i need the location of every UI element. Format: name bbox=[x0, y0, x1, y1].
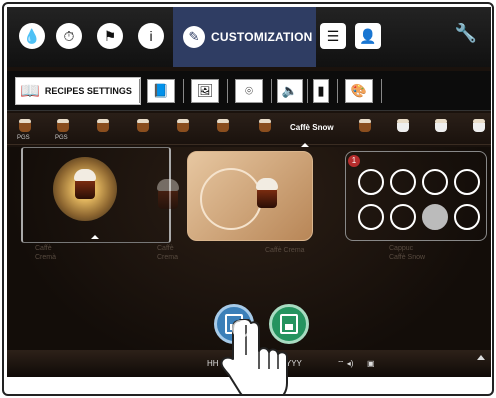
separator bbox=[183, 79, 184, 103]
pencil-icon: ✎ bbox=[183, 26, 205, 48]
screen-saver-icon[interactable]: ⌾ bbox=[235, 79, 263, 103]
book-info-icon[interactable]: 📘 bbox=[147, 79, 175, 103]
wrench-icon[interactable]: 🔧 bbox=[455, 23, 477, 44]
bottle-icon[interactable]: ▮ bbox=[313, 79, 329, 103]
selected-recipe-label: Caffè Snow bbox=[290, 123, 334, 132]
settings-tabs-row: 📖 RECIPES SETTINGS 📘 🖼 ⌾ 🔈 ▮ 🎨 bbox=[7, 71, 491, 111]
menu-list-icon[interactable]: ☰ bbox=[320, 23, 346, 49]
slot-circle[interactable] bbox=[454, 204, 480, 230]
carousel-indicator bbox=[91, 235, 99, 239]
ghost-recipe-label: Caffè Crema bbox=[157, 245, 179, 261]
water-drop-icon[interactable]: 💧 bbox=[19, 23, 45, 49]
slot-circle[interactable] bbox=[422, 169, 448, 195]
cup-outline-icon bbox=[200, 168, 262, 230]
palette-icon[interactable]: 🎨 bbox=[345, 79, 373, 103]
ghost-recipe-label: Caffè Crema bbox=[265, 247, 305, 254]
recipe-thumb[interactable] bbox=[257, 118, 273, 132]
book-icon: 📖 bbox=[20, 83, 40, 100]
top-bar: 💧 ⏱ ⚑ i ✎ CUSTOMIZATION ☰ 👤 🔧 bbox=[7, 7, 491, 67]
screenshot-frame: 💧 ⏱ ⚑ i ✎ CUSTOMIZATION ☰ 👤 🔧 📖 RECIPES … bbox=[2, 2, 494, 396]
recipe-thumb[interactable] bbox=[433, 118, 449, 132]
tab-recipes-settings[interactable]: 📖 RECIPES SETTINGS bbox=[15, 77, 141, 105]
slot-circle[interactable] bbox=[358, 204, 384, 230]
recipe-thumb[interactable] bbox=[471, 118, 487, 132]
separator bbox=[139, 79, 140, 103]
coffee-glass-icon bbox=[74, 169, 96, 203]
time-display: HH bbox=[207, 359, 219, 368]
recipe-thumb[interactable] bbox=[55, 118, 71, 132]
recipe-thumb[interactable] bbox=[135, 118, 151, 132]
recipe-thumb[interactable] bbox=[95, 118, 111, 132]
recipe-thumb[interactable] bbox=[17, 118, 33, 132]
separator bbox=[307, 79, 308, 103]
recipe-strip: PGS PGS Caffè Snow bbox=[7, 113, 491, 148]
pointing-hand-icon bbox=[220, 319, 288, 394]
flag-icon[interactable]: ⚑ bbox=[97, 23, 123, 49]
user-icon[interactable]: 👤 bbox=[355, 23, 381, 49]
slot-count-badge: 1 bbox=[348, 155, 360, 167]
timer-icon[interactable]: ⏱ bbox=[56, 23, 82, 49]
recipe-thumb[interactable] bbox=[357, 118, 373, 132]
ghost-recipe-label: Caffè Cremà bbox=[35, 245, 57, 261]
tab-customization[interactable]: ✎ CUSTOMIZATION bbox=[173, 7, 316, 67]
tab-customization-label: CUSTOMIZATION bbox=[211, 30, 313, 44]
ghost-recipe-label: Cappuc Caffè Snow bbox=[389, 245, 426, 261]
separator bbox=[381, 79, 382, 103]
recipe-thumb[interactable] bbox=[395, 118, 411, 132]
expand-up-icon[interactable] bbox=[477, 355, 485, 360]
picture-icon[interactable]: 🖼 bbox=[191, 79, 219, 103]
separator bbox=[337, 79, 338, 103]
pgs-label: PGS bbox=[17, 135, 30, 141]
slot-circle[interactable] bbox=[390, 169, 416, 195]
info-icon[interactable]: i bbox=[138, 23, 164, 49]
slot-grid[interactable]: 1 bbox=[345, 151, 487, 241]
slot-circle[interactable] bbox=[390, 204, 416, 230]
pgs-label: PGS bbox=[55, 135, 68, 141]
slot-circle[interactable] bbox=[358, 169, 384, 195]
slot-circle[interactable] bbox=[454, 169, 480, 195]
recipes-settings-label: RECIPES SETTINGS bbox=[44, 86, 132, 96]
separator bbox=[271, 79, 272, 103]
recipe-thumb[interactable] bbox=[175, 118, 191, 132]
slot-circle-selected[interactable] bbox=[422, 204, 448, 230]
coffee-glass-icon bbox=[157, 179, 179, 213]
sound-icon[interactable]: 🔈 bbox=[277, 79, 303, 103]
separator bbox=[227, 79, 228, 103]
recipe-image-card[interactable] bbox=[187, 151, 313, 241]
recipe-thumb[interactable] bbox=[215, 118, 231, 132]
coffee-glass-icon bbox=[256, 178, 278, 212]
printer-icon: ▣ bbox=[367, 359, 375, 368]
wifi-icon: ⌔ ◂) bbox=[337, 359, 354, 368]
